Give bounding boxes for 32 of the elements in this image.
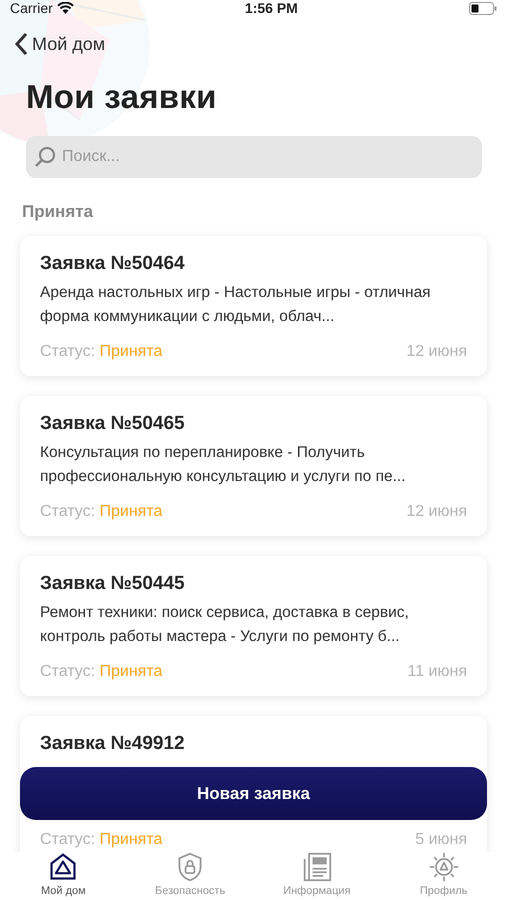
newspaper-icon: [302, 852, 332, 882]
section-heading: Принята: [22, 202, 94, 222]
request-card[interactable]: Заявка №50445 Ремонт техники: поиск сервиса, доставка в сервис, контроль работы мастера - Услуги по ремонту б... Статус: Принята 11 июня: [20, 556, 487, 696]
request-status: Статус: Принята: [40, 831, 162, 849]
request-description: Ремонт техники: поиск сервиса, доставка в сервис, контроль работы мастера - Услуги по ремонту б...: [40, 603, 410, 647]
sun-icon: [428, 852, 459, 882]
request-date: 11 июня: [408, 663, 467, 681]
request-title: Заявка №50445: [40, 573, 186, 595]
request-description: Аренда настольных игр - Настольные игры - отличная форма коммуникации с людьми, облач...: [40, 283, 432, 327]
new-request-button[interactable]: Новая заявка: [20, 767, 487, 820]
clock-time: 1:56 PM: [244, 0, 298, 16]
request-title: Заявка №50465: [40, 413, 186, 435]
request-status: Статус: Принята: [40, 663, 162, 681]
wifi-icon: [56, 2, 74, 14]
request-date: 12 июня: [406, 503, 467, 521]
request-title: Заявка №49912: [40, 733, 186, 755]
request-card[interactable]: Заявка №50464 Аренда настольных игр - Настольные игры - отличная форма коммуникации с людьми, облач... Статус: Принята 12 июня: [20, 236, 487, 376]
request-date: 5 июня: [415, 831, 467, 849]
page-title: Мои заявки: [26, 78, 218, 116]
request-title: Заявка №50464: [40, 253, 186, 275]
chevron-left-icon: [14, 32, 28, 56]
home-icon: [48, 852, 78, 882]
tab-bar-item[interactable]: Мой дом: [0, 852, 127, 900]
search-field[interactable]: Поиск...: [26, 136, 482, 178]
request-status: Статус: Принята: [40, 503, 162, 521]
battery-icon: [468, 2, 497, 14]
carrier-label: Carrier: [10, 0, 53, 16]
back-button[interactable]: Мой дом: [14, 32, 106, 56]
request-card[interactable]: Заявка №50465 Консультация по перепланировке - Получить профессиональную консультацию и услуги по пе... Статус: Принята 12 июня: [20, 396, 487, 536]
request-description: Консультация по перепланировке - Получить профессиональную консультацию и услуги по пе...: [40, 443, 406, 487]
request-status: Статус: Принята: [40, 343, 162, 361]
request-date: 12 июня: [406, 343, 467, 361]
